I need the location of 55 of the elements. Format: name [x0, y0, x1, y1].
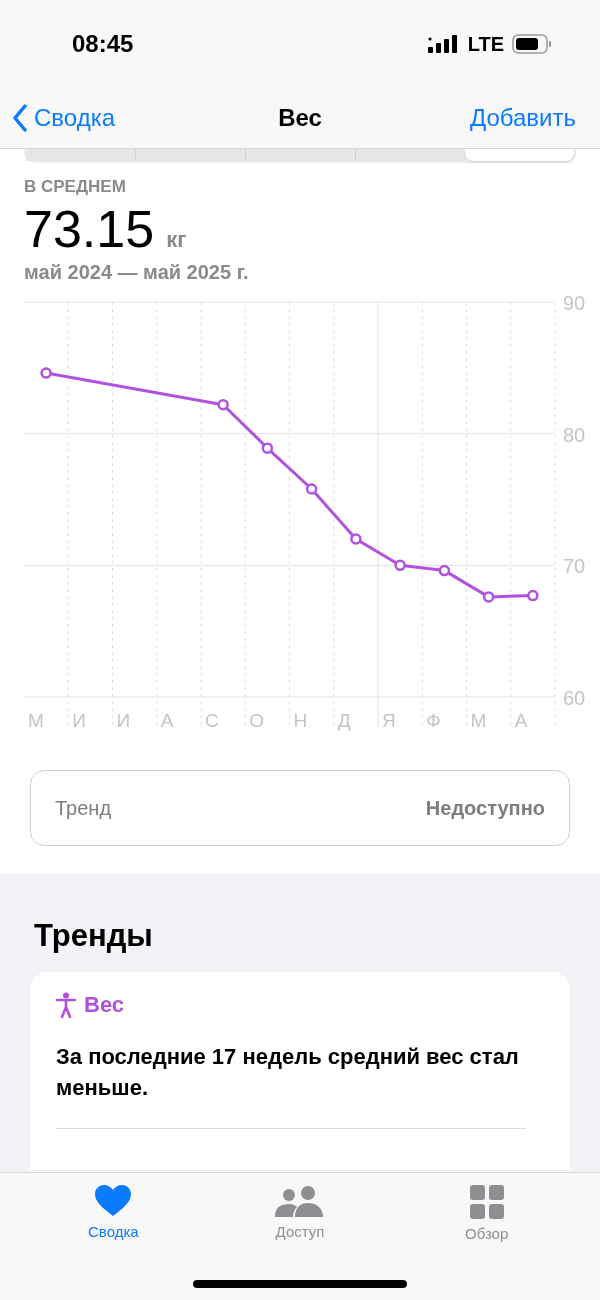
- average-value: 73.15: [24, 199, 155, 259]
- x-tick-label: Я: [382, 710, 396, 731]
- trend-value: Недоступно: [425, 796, 545, 820]
- page-title: Вес: [278, 104, 322, 132]
- average-label: В СРЕДНЕМ: [24, 177, 127, 197]
- status-time: 08:45: [72, 30, 134, 58]
- section-heading: Тренды: [34, 918, 154, 954]
- heart-icon: [95, 1185, 132, 1217]
- data-point: [394, 559, 406, 572]
- data-point: [527, 589, 539, 602]
- x-tick-label: Д: [337, 710, 351, 731]
- tab[interactable]: Сводка: [53, 1173, 174, 1300]
- tab[interactable]: Обзор: [426, 1173, 547, 1300]
- y-tick-label: 90: [563, 294, 586, 314]
- x-tick-label: О: [249, 710, 265, 731]
- network-label: LTE: [467, 32, 504, 56]
- battery-icon: [512, 34, 552, 54]
- x-tick-label: И: [72, 710, 86, 731]
- chevron-left-icon: [12, 104, 28, 132]
- x-tick-label: С: [205, 710, 219, 731]
- date-range: май 2024 — май 2025 г.: [24, 261, 250, 284]
- segment[interactable]: [355, 149, 465, 161]
- data-point: [305, 483, 318, 495]
- segment[interactable]: [26, 149, 135, 161]
- y-tick-label: 80: [563, 423, 586, 446]
- data-point: [438, 564, 451, 577]
- people-icon: [275, 1185, 325, 1217]
- add-button[interactable]: Добавить: [469, 104, 576, 132]
- data-point: [40, 367, 52, 379]
- x-tick-label: М: [470, 710, 487, 731]
- y-tick-label: 60: [563, 687, 586, 709]
- x-tick-label: М: [28, 710, 44, 731]
- signal-icon: [427, 35, 460, 53]
- x-tick-label: И: [116, 710, 131, 731]
- tab[interactable]: Доступ: [240, 1173, 360, 1300]
- data-point: [482, 591, 495, 603]
- data-point: [350, 533, 362, 545]
- segment[interactable]: [465, 149, 574, 161]
- y-tick-label: 70: [563, 555, 586, 578]
- segment[interactable]: [135, 149, 245, 161]
- data-point: [217, 398, 229, 411]
- x-tick-label: Ф: [426, 710, 441, 731]
- x-tick-label: А: [514, 710, 528, 731]
- trend-card[interactable]: Вес За последние 17 недель средний вес стал меньше.: [30, 972, 570, 1170]
- data-point: [261, 442, 274, 454]
- grid-icon: [469, 1185, 504, 1219]
- figure-icon: [56, 992, 76, 1018]
- x-tick-label: Н: [293, 710, 308, 731]
- x-tick-label: А: [160, 710, 174, 731]
- segment[interactable]: [245, 149, 355, 161]
- trend-label: Тренд: [55, 796, 112, 820]
- card-title: Вес: [84, 992, 125, 1018]
- unit-label: кг: [166, 227, 187, 253]
- trend-text: За последние 17 недель средний вес стал меньше.: [56, 1042, 526, 1129]
- back-button[interactable]: Сводка: [12, 104, 115, 132]
